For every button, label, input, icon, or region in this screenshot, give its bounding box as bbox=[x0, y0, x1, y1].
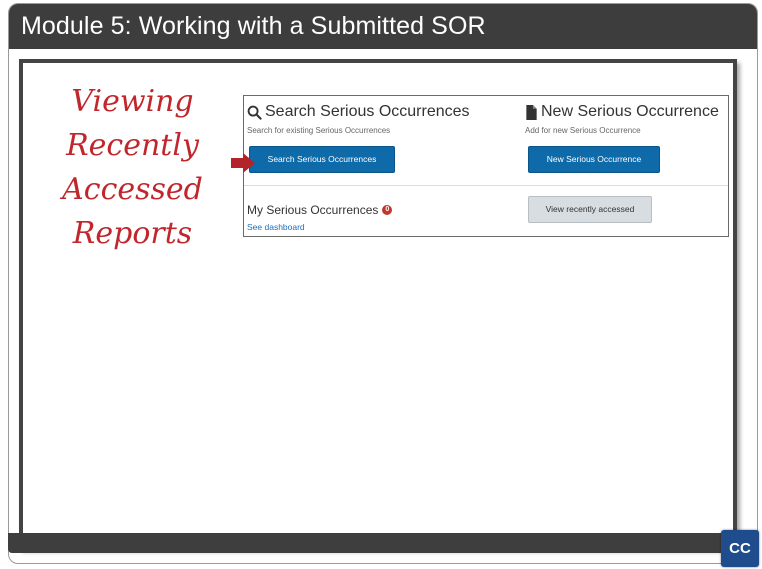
handwritten-line-1: Viewing bbox=[71, 84, 194, 119]
search-heading: Search Serious Occurrences bbox=[247, 102, 507, 122]
my-serious-occurrences-heading: My Serious Occurrences 0 bbox=[247, 203, 393, 217]
search-icon bbox=[247, 105, 262, 120]
search-section: Search Serious Occurrences Search for ex… bbox=[247, 102, 507, 135]
handwritten-line-4: Reports bbox=[72, 216, 193, 251]
closed-captions-button[interactable]: CC bbox=[721, 530, 759, 567]
handwritten-note: Viewing Recently Accessed Reports bbox=[50, 80, 215, 256]
new-heading: New Serious Occurrence bbox=[525, 102, 725, 122]
new-subtitle: Add for new Serious Occurrence bbox=[525, 126, 641, 135]
pointer-arrow-icon bbox=[231, 153, 255, 173]
new-section: New Serious Occurrence Add for new Serio… bbox=[525, 102, 725, 135]
count-badge: 0 bbox=[382, 205, 393, 215]
new-serious-occurrence-button[interactable]: New Serious Occurrence bbox=[528, 146, 660, 173]
search-serious-occurrences-button[interactable]: Search Serious Occurrences bbox=[249, 146, 395, 173]
module-title: Module 5: Working with a Submitted SOR bbox=[9, 4, 757, 49]
handwritten-line-2: Recently bbox=[66, 128, 199, 163]
handwritten-line-3: Accessed bbox=[62, 172, 203, 207]
search-subtitle: Search for existing Serious Occurrences bbox=[247, 126, 391, 135]
document-icon bbox=[525, 104, 538, 120]
search-heading-label: Search Serious Occurrences bbox=[265, 103, 470, 120]
my-serious-occurrences-label: My Serious Occurrences bbox=[247, 203, 379, 217]
see-dashboard-link[interactable]: See dashboard bbox=[247, 222, 305, 232]
panel-divider bbox=[244, 185, 728, 186]
new-heading-label: New Serious Occurrence bbox=[541, 103, 719, 120]
player-bottom-bar bbox=[8, 533, 737, 553]
view-recently-accessed-button[interactable]: View recently accessed bbox=[528, 196, 652, 223]
serious-occurrences-panel: Search Serious Occurrences Search for ex… bbox=[243, 95, 729, 237]
